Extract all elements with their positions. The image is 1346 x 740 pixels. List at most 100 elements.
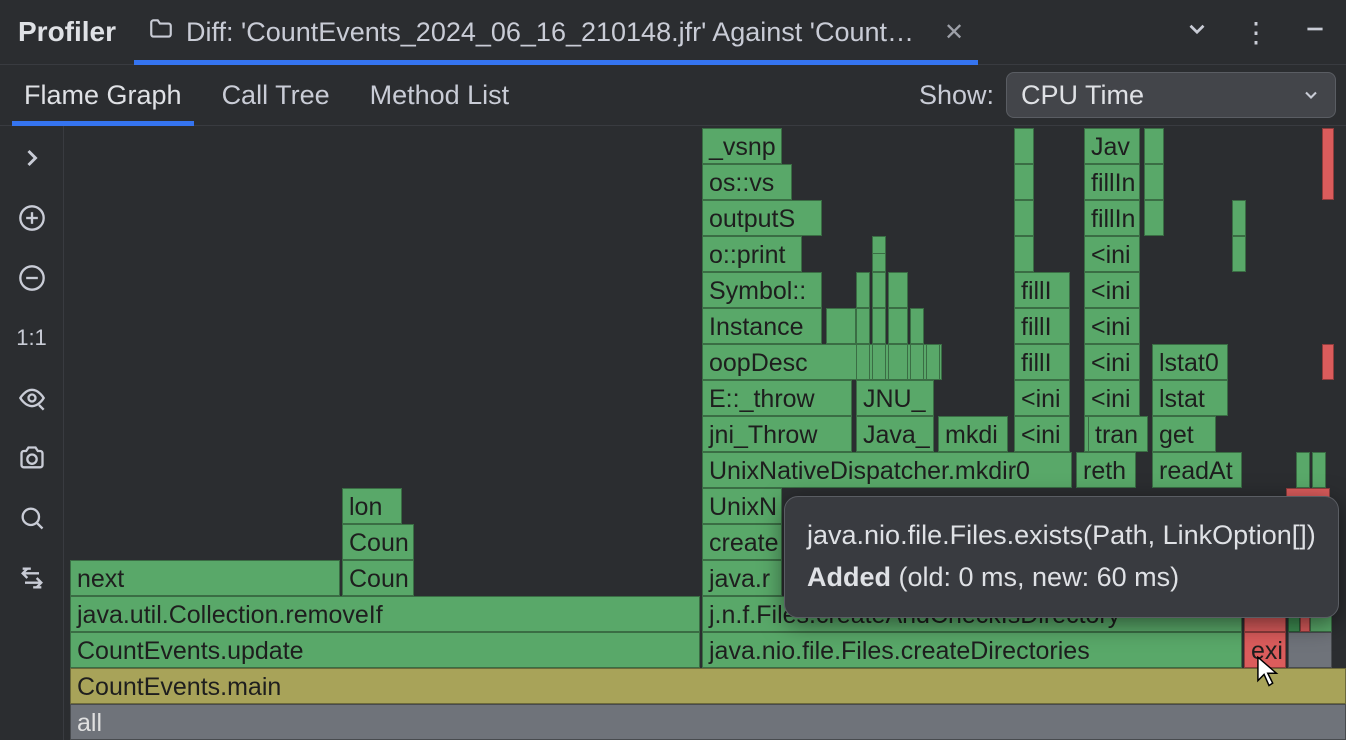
frame-unixN[interactable]: UnixN: [702, 488, 782, 524]
minimize-icon[interactable]: [1302, 16, 1328, 49]
tooltip-status-detail: (old: 0 ms, new: 60 ms): [891, 562, 1179, 592]
frame-redEdge2[interactable]: [1322, 128, 1334, 200]
frame-thin-b[interactable]: [1014, 200, 1034, 236]
expand-icon[interactable]: [12, 142, 52, 174]
frame-vsnp[interactable]: _vsnp: [702, 128, 782, 164]
show-dropdown[interactable]: CPU Time: [1006, 72, 1336, 118]
tab-label: Diff: 'CountEvents_2024_06_16_210148.jfr…: [186, 17, 926, 48]
frame-next[interactable]: next: [70, 560, 340, 596]
frame-create[interactable]: create: [702, 524, 782, 560]
frame-instance[interactable]: Instance: [702, 308, 822, 344]
frame-thin-a[interactable]: [1014, 236, 1034, 272]
frame-ini-g[interactable]: <ini: [1084, 272, 1140, 308]
frame-tran[interactable]: tran: [1088, 416, 1148, 452]
frame-sliver9[interactable]: [872, 236, 886, 254]
frame-fillIn-b[interactable]: fillIn: [1084, 164, 1140, 200]
zoom-in-icon[interactable]: [12, 202, 52, 234]
close-tab-icon[interactable]: ✕: [944, 18, 964, 47]
frame-coun2[interactable]: Coun: [342, 524, 414, 560]
file-tab[interactable]: Diff: 'CountEvents_2024_06_16_210148.jfr…: [134, 0, 978, 64]
frame-ini-a[interactable]: <ini: [1014, 416, 1070, 452]
zoom-out-icon[interactable]: [12, 262, 52, 294]
frame-jav[interactable]: Jav: [1084, 128, 1140, 164]
frame-sliverR7[interactable]: [1312, 452, 1326, 488]
frame-get[interactable]: get: [1152, 416, 1216, 452]
frame-oprint[interactable]: o::print: [702, 236, 802, 272]
frame-osvs[interactable]: os::vs: [702, 164, 792, 200]
frame-sliver14[interactable]: [910, 308, 924, 344]
frame-readAt[interactable]: readAt: [1152, 452, 1242, 488]
frame-sliver5[interactable]: [872, 344, 886, 380]
flame-graph[interactable]: all CountEvents.main CountEvents.update …: [64, 126, 1346, 740]
frame-jnu[interactable]: JNU_: [856, 380, 934, 416]
frame-fillI-a[interactable]: fillI: [1014, 344, 1070, 380]
frame-java-r[interactable]: java.r: [702, 560, 782, 596]
frame-coun1[interactable]: Coun: [342, 560, 414, 596]
screenshot-icon[interactable]: [12, 442, 52, 474]
frame-sliver7[interactable]: [872, 272, 886, 308]
frame-sliverR1[interactable]: [1144, 200, 1164, 236]
frame-sliver6[interactable]: [872, 308, 886, 344]
frame-removeIf[interactable]: java.util.Collection.removeIf: [70, 596, 700, 632]
frame-fillIn-a[interactable]: fillIn: [1084, 200, 1140, 236]
more-vert-icon[interactable]: ⋮: [1242, 16, 1270, 49]
frame-ini-h[interactable]: <ini: [1084, 236, 1140, 272]
tooltip-method: java.nio.file.Files.exists(Path, LinkOpt…: [807, 515, 1316, 557]
frame-sliver1[interactable]: [826, 308, 856, 344]
frame-java[interactable]: Java_: [856, 416, 934, 452]
frame-mkdi[interactable]: mkdi: [938, 416, 1008, 452]
dropdown-value: CPU Time: [1021, 80, 1144, 111]
tab-flame-graph[interactable]: Flame Graph: [24, 66, 182, 125]
frame-lstat[interactable]: lstat: [1152, 380, 1228, 416]
flame-toolbar: 1:1: [0, 126, 64, 740]
show-label: Show:: [919, 80, 994, 111]
frame-lstat0[interactable]: lstat0: [1152, 344, 1228, 380]
frame-outputS[interactable]: outputS: [702, 200, 822, 236]
frame-symbol[interactable]: Symbol::: [702, 272, 822, 308]
frame-ini-d[interactable]: <ini: [1084, 380, 1140, 416]
tab-method-list[interactable]: Method List: [370, 66, 510, 125]
frame-ini-f[interactable]: <ini: [1084, 308, 1140, 344]
frame-sliverR5[interactable]: [1232, 200, 1246, 236]
frame-sliverR2[interactable]: [1144, 164, 1164, 200]
frame-lon[interactable]: lon: [342, 488, 402, 524]
frame-update[interactable]: CountEvents.update: [70, 632, 700, 668]
search-icon[interactable]: [12, 502, 52, 534]
frame-thin-d[interactable]: [1014, 128, 1034, 164]
frame-sliverR6[interactable]: [1296, 452, 1310, 488]
frame-fillI-c[interactable]: fillI: [1014, 272, 1070, 308]
frame-sliver4[interactable]: [856, 272, 870, 308]
zoom-reset[interactable]: 1:1: [12, 322, 52, 354]
frame-sliver11[interactable]: [888, 308, 908, 344]
frame-ini-b[interactable]: <ini: [1014, 380, 1070, 416]
frame-sliver12[interactable]: [888, 272, 908, 308]
frame-eThrow[interactable]: E::_throw: [702, 380, 852, 416]
tab-call-tree[interactable]: Call Tree: [222, 66, 330, 125]
frame-sliverR4[interactable]: [1232, 236, 1246, 272]
frame-sliverR3[interactable]: [1144, 128, 1164, 164]
frame-sliver2[interactable]: [856, 344, 870, 380]
frame-main[interactable]: CountEvents.main: [70, 668, 1346, 704]
frame-exists[interactable]: exi: [1244, 632, 1286, 668]
frame-fillI-b[interactable]: fillI: [1014, 308, 1070, 344]
frame-reth[interactable]: reth: [1076, 452, 1136, 488]
tooltip: java.nio.file.Files.exists(Path, LinkOpt…: [784, 496, 1339, 618]
chevron-down-icon[interactable]: [1184, 16, 1210, 49]
frame-all[interactable]: all: [70, 704, 1346, 740]
frame-sliver3[interactable]: [856, 308, 870, 344]
frame-sliver10[interactable]: [888, 344, 908, 380]
frame-gray1[interactable]: [1288, 632, 1332, 668]
header: Profiler Diff: 'CountEvents_2024_06_16_2…: [0, 0, 1346, 64]
frame-thin-c[interactable]: [1014, 164, 1034, 200]
frame-jniThrow[interactable]: jni_Throw: [702, 416, 852, 452]
compare-icon[interactable]: [12, 562, 52, 594]
tool-window-title: Profiler: [18, 16, 116, 48]
frame-redEdge1[interactable]: [1322, 344, 1334, 380]
frame-ini-e[interactable]: <ini: [1084, 344, 1140, 380]
frame-sliver15[interactable]: [926, 344, 940, 380]
frame-createDirectories[interactable]: java.nio.file.Files.createDirectories: [702, 632, 1242, 668]
sub-toolbar: Flame Graph Call Tree Method List Show: …: [0, 64, 1346, 126]
frame-sliver13[interactable]: [910, 344, 924, 380]
frame-unixDisp[interactable]: UnixNativeDispatcher.mkdir0: [702, 452, 1072, 488]
preview-icon[interactable]: [12, 382, 52, 414]
